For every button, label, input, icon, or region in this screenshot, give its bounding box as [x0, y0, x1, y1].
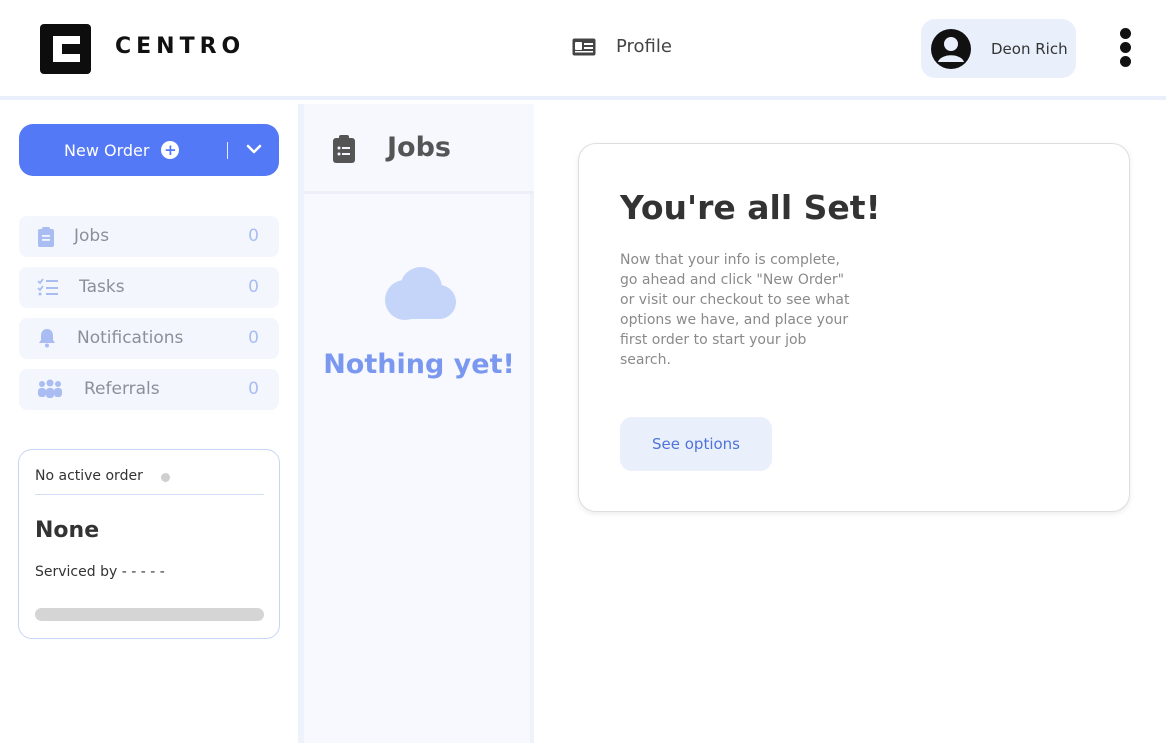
clipboard-icon: [38, 227, 54, 247]
jobs-panel: Jobs Nothing yet!: [304, 104, 534, 743]
welcome-description: Now that your info is complete, go ahead…: [620, 252, 850, 368]
sidebar-item-notifications[interactable]: Notifications 0: [19, 318, 279, 359]
clipboard-icon: [333, 135, 355, 163]
chevron-down-icon[interactable]: [246, 140, 262, 158]
sidebar-item-count: 0: [248, 328, 259, 348]
sidebar-item-count: 0: [248, 226, 259, 246]
sidebar-item-count: 0: [248, 277, 259, 297]
welcome-card: You're all Set! Now that your info is co…: [578, 143, 1130, 512]
welcome-title: You're all Set!: [620, 188, 881, 227]
sidebar-item-referrals[interactable]: Referrals 0: [19, 369, 279, 410]
see-options-button[interactable]: See options: [620, 417, 772, 471]
user-menu[interactable]: Deon Rich: [921, 19, 1076, 78]
sidebar-item-count: 0: [248, 379, 259, 399]
jobs-panel-title: Jobs: [387, 132, 451, 163]
user-name: Deon Rich: [991, 39, 1068, 58]
new-order-button[interactable]: New Order +: [19, 124, 279, 176]
sidebar-item-tasks[interactable]: Tasks 0: [19, 267, 279, 308]
sidebar-item-label: Referrals: [84, 379, 160, 399]
button-separator: [227, 142, 228, 159]
status-dot-icon: [161, 473, 170, 482]
more-options-icon[interactable]: [1116, 28, 1134, 70]
empty-state-text: Nothing yet!: [323, 349, 515, 380]
user-avatar-icon: [931, 28, 971, 69]
card-divider: [35, 494, 264, 495]
sidebar-item-jobs[interactable]: Jobs 0: [19, 216, 279, 257]
order-progress-bar: [35, 608, 264, 621]
bell-icon: [39, 329, 55, 348]
active-order-card[interactable]: No active order None Serviced by - - - -…: [18, 449, 280, 639]
new-order-label: New Order: [64, 140, 150, 160]
id-card-icon: [572, 38, 596, 55]
sidebar-item-label: Jobs: [74, 226, 110, 246]
brand-name: CENTRO: [115, 34, 246, 59]
centro-logo-icon[interactable]: [40, 24, 91, 74]
sidebar: New Order + Jobs 0 Tasks 0 Notifications…: [0, 104, 298, 743]
plus-icon: +: [161, 141, 180, 159]
top-header: CENTRO Profile Deon Rich: [0, 0, 1166, 100]
task-list-icon: [37, 278, 58, 296]
sidebar-item-label: Notifications: [77, 328, 184, 348]
jobs-panel-header: Jobs: [304, 104, 534, 194]
order-status: No active order: [35, 468, 143, 484]
cloud-icon: [385, 267, 456, 320]
profile-link[interactable]: Profile: [572, 36, 672, 57]
serviced-by: Serviced by - - - - -: [35, 564, 165, 580]
profile-label: Profile: [616, 36, 672, 57]
people-icon: [38, 379, 62, 398]
sidebar-item-label: Tasks: [79, 277, 125, 297]
order-name: None: [35, 518, 100, 543]
